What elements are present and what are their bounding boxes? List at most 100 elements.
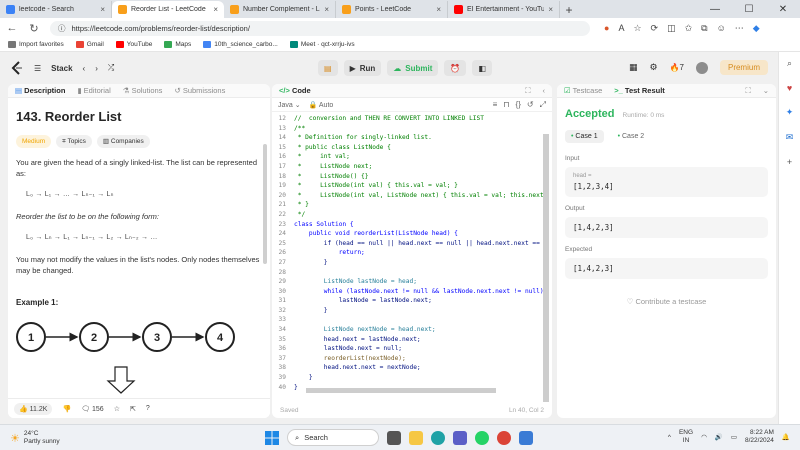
layout-icon[interactable]: ▦ xyxy=(629,62,638,73)
teams-icon[interactable] xyxy=(453,430,467,445)
tools-icon[interactable]: ✦ xyxy=(786,107,794,118)
collapse-icon[interactable]: ⌄ xyxy=(763,86,769,95)
bookmark-science[interactable]: 10th_science_carbo... xyxy=(203,41,278,48)
debug-button[interactable]: ▤ xyxy=(318,60,338,76)
edge-browser-icon[interactable] xyxy=(431,430,445,445)
more-menu-icon[interactable]: ⋯ xyxy=(735,23,744,34)
chrome-icon[interactable] xyxy=(497,430,511,445)
leetcode-logo-icon[interactable] xyxy=(10,61,24,75)
contribute-testcase-link[interactable]: ♡ Contribute a testcase xyxy=(565,297,768,306)
auto-mode-toggle[interactable]: 🔒 Auto xyxy=(309,101,334,109)
list-icon[interactable]: ☰ xyxy=(34,64,41,73)
code-vertical-scrollbar[interactable] xyxy=(543,134,549,402)
notification-bell-icon[interactable]: 🔔 xyxy=(782,433,790,441)
prev-problem-icon[interactable]: ‹ xyxy=(83,64,86,73)
problem-list-title[interactable]: Stack xyxy=(51,64,72,73)
close-tab-icon[interactable]: × xyxy=(213,5,218,14)
file-explorer-icon[interactable] xyxy=(409,430,423,445)
like-button[interactable]: 👍 11.2K xyxy=(14,402,53,415)
notes-button[interactable]: ◧ xyxy=(472,60,492,76)
share-icon[interactable]: ⇱ xyxy=(130,405,136,413)
store-icon[interactable] xyxy=(519,430,533,445)
browser-tab-2[interactable]: Number Complement - LeetCode × xyxy=(224,1,336,18)
close-window-icon[interactable]: ✕ xyxy=(766,4,800,15)
case-2-tab[interactable]: • Case 2 xyxy=(612,130,651,143)
minimize-icon[interactable]: — xyxy=(698,4,732,15)
companies-chip[interactable]: ▥ Companies xyxy=(96,134,150,149)
premium-button[interactable]: Premium xyxy=(719,60,768,75)
bookmark-gmail[interactable]: Gmail xyxy=(75,41,104,48)
refresh-page-icon[interactable]: ⟳ xyxy=(651,23,659,34)
help-icon[interactable]: ? xyxy=(146,405,150,412)
tab-editorial[interactable]: ▮ Editorial xyxy=(77,86,110,95)
close-tab-icon[interactable]: × xyxy=(436,5,441,14)
wifi-icon[interactable]: ◠ xyxy=(701,433,707,441)
favorites-icon[interactable]: ✩ xyxy=(685,23,693,34)
browser-tab-4[interactable]: EI Entertainment - YouTube × xyxy=(448,1,560,18)
reload-icon[interactable]: ↻ xyxy=(28,22,40,35)
outlook-icon[interactable]: ✉ xyxy=(786,132,794,143)
weather-widget[interactable]: ☀ 24°C Partly sunny xyxy=(10,430,60,446)
close-tab-icon[interactable]: × xyxy=(324,5,329,14)
maximize-icon[interactable]: ☐ xyxy=(732,4,766,15)
bookmark-meet[interactable]: Meet · qct-xrrju-ivs xyxy=(289,41,355,48)
collections-icon[interactable]: ⧉ xyxy=(701,23,707,34)
whatsapp-icon[interactable] xyxy=(475,430,489,445)
search-icon[interactable]: ⌕ xyxy=(787,58,792,69)
tab-testcase[interactable]: ☑ Testcase xyxy=(564,86,602,95)
favorite-star-icon[interactable]: ☆ xyxy=(633,23,641,34)
fullscreen-icon[interactable]: ⤢ xyxy=(540,100,546,110)
comments-button[interactable]: 🗨 156 xyxy=(81,405,104,413)
extension-icon[interactable]: ● xyxy=(604,23,609,33)
next-problem-icon[interactable]: › xyxy=(95,64,98,73)
battery-icon[interactable]: ▭ xyxy=(731,433,737,441)
profile-icon[interactable]: ☺ xyxy=(717,23,726,33)
bookmark-import-favorites[interactable]: Import favorites xyxy=(8,41,64,48)
volume-icon[interactable]: 🔊 xyxy=(715,433,723,441)
close-tab-icon[interactable]: × xyxy=(100,5,105,14)
topics-chip[interactable]: ⌗ Topics xyxy=(56,134,92,149)
shuffle-icon[interactable]: ⤮ xyxy=(108,63,114,73)
browser-tab-0[interactable]: leetcode - Search × xyxy=(0,1,112,18)
expand-icon[interactable]: ⛶ xyxy=(525,86,530,96)
code-horizontal-scrollbar[interactable] xyxy=(306,388,496,393)
code-editor[interactable]: 12 // conversion and THEN RE CONVERT INTO… xyxy=(272,114,552,404)
submit-button[interactable]: ☁ Submit xyxy=(387,60,439,76)
avatar[interactable] xyxy=(695,61,708,74)
case-1-tab[interactable]: • Case 1 xyxy=(565,130,604,143)
url-field[interactable]: ⓘ https://leetcode.com/problems/reorder-… xyxy=(50,20,590,36)
close-tab-icon[interactable]: × xyxy=(548,5,553,14)
streak-counter[interactable]: 🔥7 xyxy=(670,63,684,72)
reset-icon[interactable]: ↺ xyxy=(527,100,534,110)
bookmark-maps[interactable]: Maps xyxy=(164,41,191,48)
browser-tab-3[interactable]: Points - LeetCode × xyxy=(336,1,448,18)
bookmark-icon[interactable]: ⊓ xyxy=(503,100,509,110)
taskbar-search[interactable]: ⌕ Search xyxy=(287,429,379,446)
shopping-icon[interactable]: ♥ xyxy=(787,83,792,93)
braces-icon[interactable]: {} xyxy=(516,100,521,110)
language-indicator[interactable]: ENG IN xyxy=(679,429,693,445)
browser-tab-1[interactable]: Reorder List - LeetCode × xyxy=(112,1,224,18)
add-sidebar-icon[interactable]: + xyxy=(787,157,792,167)
settings-gear-icon[interactable]: ⚙ xyxy=(649,62,657,73)
tray-overflow-icon[interactable]: ^ xyxy=(668,434,671,441)
read-aloud-icon[interactable]: A xyxy=(618,23,624,33)
format-icon[interactable]: ≡ xyxy=(493,100,498,110)
task-view-icon[interactable] xyxy=(387,430,401,445)
tab-solutions[interactable]: ⚗ Solutions xyxy=(123,86,163,95)
bookmark-youtube[interactable]: YouTube xyxy=(115,41,152,48)
tab-submissions[interactable]: ↺ Submissions xyxy=(174,86,225,95)
back-icon[interactable]: ← xyxy=(6,22,18,34)
new-tab-button[interactable]: + xyxy=(560,1,578,18)
split-screen-icon[interactable]: ◫ xyxy=(667,23,676,34)
collapse-icon[interactable]: ‹ xyxy=(543,86,546,95)
expand-icon[interactable]: ⛶ xyxy=(745,86,750,96)
copilot-icon[interactable]: ◆ xyxy=(753,23,760,34)
language-select[interactable]: Java ⌄ xyxy=(278,101,301,109)
description-scrollbar[interactable] xyxy=(263,144,267,264)
windows-start-icon[interactable] xyxy=(265,430,279,445)
site-info-icon[interactable]: ⓘ xyxy=(58,23,66,34)
tab-test-result[interactable]: >_ Test Result xyxy=(614,86,665,95)
run-button[interactable]: ▶ Run xyxy=(343,60,382,76)
star-icon[interactable]: ☆ xyxy=(114,405,120,413)
